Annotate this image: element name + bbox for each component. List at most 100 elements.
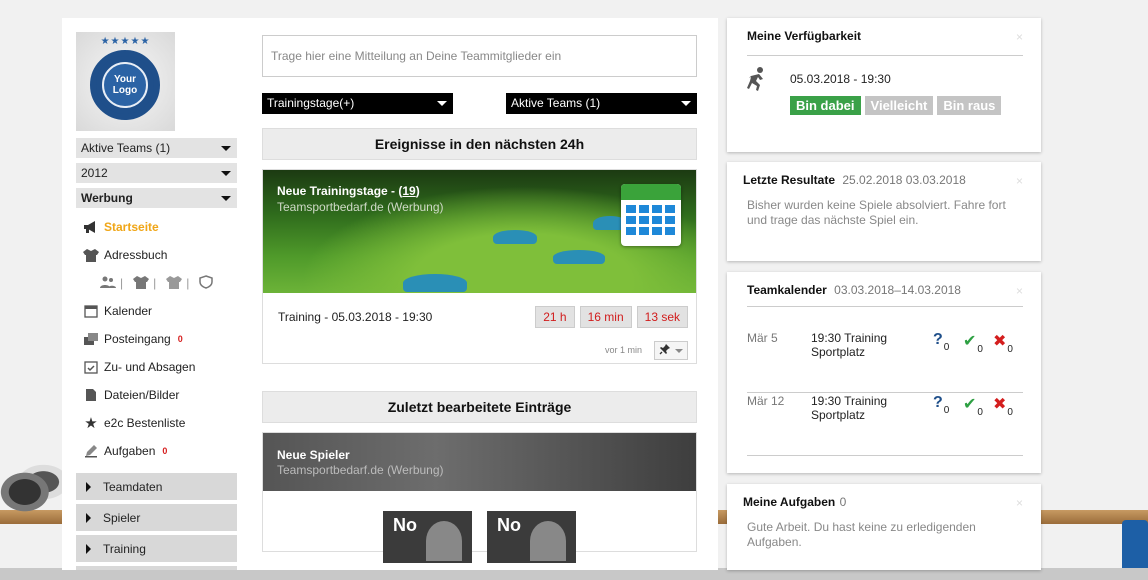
center-column: Trainingstage(+) Aktive Teams (1) Ereign… <box>262 35 697 563</box>
check-icon: ✔0 <box>963 333 983 355</box>
nav-bestenliste[interactable]: ★ e2c Bestenliste <box>76 409 237 437</box>
close-icon[interactable]: × <box>1016 174 1023 188</box>
shield-icon[interactable] <box>199 274 214 292</box>
nav-kalender[interactable]: Kalender <box>76 297 237 325</box>
accordion-training[interactable]: Training <box>76 535 237 562</box>
team-calendar-date-range: 03.03.2018–14.03.2018 <box>834 283 961 297</box>
availability-datetime: 05.03.2018 - 19:30 <box>790 72 891 86</box>
chevron-down-icon <box>675 349 683 353</box>
divider <box>747 55 1023 56</box>
event-details: 19:30 Training Sportplatz <box>811 394 887 422</box>
availability-card: × Meine Verfügbarkeit 05.03.2018 - 19:30… <box>727 18 1041 152</box>
training-banner[interactable]: Neue Trainingstage - (19) Teamsportbedar… <box>263 170 696 293</box>
event-time-type: 19:30 Training <box>811 331 888 345</box>
teams-filter-select-label: Aktive Teams (1) <box>511 96 601 110</box>
close-icon[interactable]: × <box>1016 284 1023 298</box>
new-players-banner[interactable]: Neue Spieler Teamsportbedarf.de (Werbung… <box>263 433 696 491</box>
calendar-icon <box>621 184 681 246</box>
availability-title: Meine Verfügbarkeit <box>747 29 862 43</box>
countdown-hours: 21 h <box>535 306 575 328</box>
banner-title-count[interactable]: 19 <box>402 184 415 198</box>
training-event-label: Training - 05.03.2018 - 19:30 <box>278 310 433 324</box>
countdown-seconds: 13 sek <box>636 306 688 328</box>
banner-title-prefix: Neue Trainingstage - ( <box>277 184 403 198</box>
calendar-event-row[interactable]: Mär 5 19:30 Training Sportplatz ?0 ✔0 ✖0 <box>747 331 1023 393</box>
chevron-down-icon <box>437 101 447 106</box>
accordion-training-label: Training <box>103 541 146 556</box>
accordion-spieler[interactable]: Spieler <box>76 504 237 531</box>
team-select[interactable]: Aktive Teams (1) <box>76 138 237 158</box>
calendar-event-row[interactable]: Mär 12 19:30 Training Sportplatz ?0 ✔0 ✖… <box>747 394 1023 456</box>
nav-adressbuch-label: Adressbuch <box>104 248 168 262</box>
accordion-teamdaten[interactable]: Teamdaten <box>76 473 237 500</box>
accordion-spieler-label: Spieler <box>103 510 141 525</box>
yes-count: 0 <box>977 344 983 355</box>
shirt-icon[interactable] <box>133 275 150 292</box>
event-place: Sportplatz <box>811 345 866 359</box>
nav-dateien-bilder-label: Dateien/Bilder <box>104 388 180 402</box>
player-card[interactable]: No <box>487 511 576 563</box>
close-icon[interactable]: × <box>1016 496 1023 510</box>
team-calendar-title: Teamkalender 03.03.2018–14.03.2018 <box>747 283 961 297</box>
event-time-type: 19:30 Training <box>811 394 888 408</box>
nav-kalender-label: Kalender <box>104 304 153 318</box>
main-panel: ★★★★★ Your Logo Aktive Teams (1) 2012 We… <box>62 18 718 570</box>
nav-aufgaben[interactable]: Aufgaben 0 <box>76 437 237 465</box>
shirt-icon <box>82 247 100 263</box>
banner-title-suffix: ) <box>415 184 420 198</box>
accordion-more[interactable] <box>76 566 237 570</box>
section-next-24h-title: Ereignisse in den nächsten 24h <box>262 128 697 160</box>
star-icon: ★ <box>84 415 98 432</box>
team-logo[interactable]: ★★★★★ Your Logo <box>76 32 175 131</box>
chevron-down-icon <box>221 196 231 201</box>
team-select-label: Aktive Teams (1) <box>81 141 171 155</box>
training-banner-title: Neue Trainingstage - (19) <box>277 184 420 198</box>
pin-dropdown-button[interactable] <box>654 341 688 360</box>
separator: | <box>153 276 157 290</box>
logo-stars: ★★★★★ <box>100 36 151 47</box>
checkbox-calendar-icon <box>82 359 100 375</box>
results-date-range: 25.02.2018 03.03.2018 <box>842 173 966 187</box>
users-icon[interactable] <box>100 276 116 291</box>
section-recent-entries-title: Zuletzt bearbeitete Einträge <box>262 391 697 423</box>
player-card-list: No No <box>263 491 696 563</box>
inbox-icon <box>82 331 100 347</box>
team-message-input[interactable] <box>262 35 697 77</box>
tasks-title: Meine Aufgaben 0 <box>743 495 846 509</box>
teams-filter-select[interactable]: Aktive Teams (1) <box>506 93 697 114</box>
question-icon: ?0 <box>933 394 950 416</box>
divider <box>747 306 1023 307</box>
training-event-row: Training - 05.03.2018 - 19:30 21 h 16 mi… <box>263 293 696 341</box>
decline-button[interactable]: Bin raus <box>937 96 1002 115</box>
no-count: 0 <box>1007 344 1013 355</box>
tasks-count: 0 <box>839 495 847 509</box>
nav-posteingang[interactable]: Posteingang 0 <box>76 325 237 353</box>
player-card[interactable]: No <box>383 511 472 563</box>
jersey-icon[interactable] <box>166 275 183 292</box>
pushpin-icon <box>659 344 671 358</box>
nav-startseite-label: Startseite <box>104 220 159 234</box>
check-icon: ✔0 <box>963 396 983 418</box>
nav-startseite[interactable]: Startseite <box>76 213 237 241</box>
nav-dateien-bilder[interactable]: Dateien/Bilder <box>76 381 237 409</box>
tasks-title-label: Meine Aufgaben <box>743 495 836 509</box>
background-bench-leg <box>1122 520 1148 570</box>
nav-zu-und-absagen[interactable]: Zu- und Absagen <box>76 353 237 381</box>
maybe-button[interactable]: Vielleicht <box>864 96 934 115</box>
question-icon: ?0 <box>933 331 950 353</box>
nav-adressbuch[interactable]: Adressbuch <box>76 241 237 269</box>
cross-icon: ✖0 <box>993 396 1013 418</box>
avatar-placeholder-icon <box>530 521 566 561</box>
countdown-timer: 21 h 16 min 13 sek <box>535 306 688 328</box>
nav-aufgaben-label: Aufgaben <box>104 444 156 458</box>
group-select[interactable]: Werbung <box>76 188 237 208</box>
close-icon[interactable]: × <box>1016 30 1023 44</box>
attend-button[interactable]: Bin dabei <box>790 96 861 115</box>
player-no-photo-label: No <box>393 515 417 535</box>
tasks-card: × Meine Aufgaben 0 Gute Arbeit. Du hast … <box>727 484 1041 570</box>
results-empty-text: Bisher wurden keine Spiele absolviert. F… <box>747 198 1006 227</box>
separator: | <box>120 276 124 290</box>
year-select[interactable]: 2012 <box>76 163 237 183</box>
results-title: Letzte Resultate 25.02.2018 03.03.2018 <box>743 173 966 187</box>
event-type-select[interactable]: Trainingstage(+) <box>262 93 453 114</box>
